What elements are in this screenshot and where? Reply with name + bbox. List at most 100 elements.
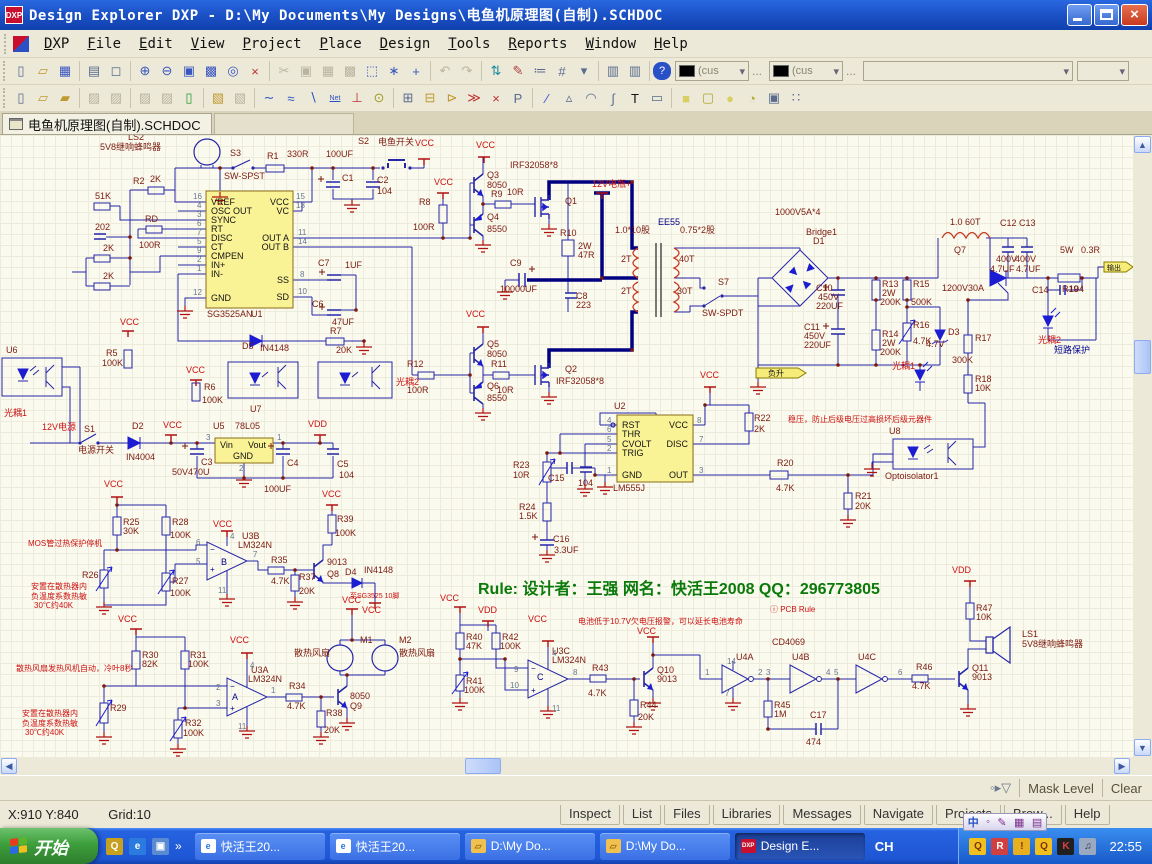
menu-dxp[interactable]: DXP: [35, 33, 78, 55]
pcb-doc-icon[interactable]: ▨: [105, 87, 127, 109]
place-bus-icon[interactable]: ≈: [280, 87, 302, 109]
hscroll-thumb[interactable]: [465, 758, 501, 774]
filter-edit-icon[interactable]: ✎: [507, 60, 529, 82]
security-shield-icon[interactable]: !: [1013, 838, 1030, 855]
clear-button[interactable]: Clear: [1111, 781, 1142, 796]
draw-polygon-icon[interactable]: ▵: [558, 87, 580, 109]
menu-tools[interactable]: Tools: [439, 33, 499, 55]
language-indicator[interactable]: CH: [875, 839, 894, 854]
menu-design[interactable]: Design: [371, 33, 440, 55]
deselect-icon[interactable]: ∗: [383, 60, 405, 82]
place-sheet-entry-icon[interactable]: ⊳: [441, 87, 463, 109]
open-project-icon[interactable]: ▱: [32, 87, 54, 109]
green-doc-icon[interactable]: ▯: [178, 87, 200, 109]
panel-tab-navigate[interactable]: Navigate: [864, 805, 933, 825]
cut-icon[interactable]: ✂: [273, 60, 295, 82]
draw-arc-icon[interactable]: ◠: [580, 87, 602, 109]
task-button-dmydo[interactable]: ▱D:\My Do...: [465, 833, 595, 860]
draw-pie-icon[interactable]: ◔: [741, 87, 763, 109]
panel-tab-messages[interactable]: Messages: [783, 805, 860, 825]
mask-filter-icon[interactable]: ◦▸▽: [990, 780, 1011, 796]
draw-line-icon[interactable]: ∕: [536, 87, 558, 109]
panel-tab-libraries[interactable]: Libraries: [713, 805, 781, 825]
select-area-icon[interactable]: ⬚: [361, 60, 383, 82]
place-bus-entry-icon[interactable]: ∖: [302, 87, 324, 109]
ime-language-bar[interactable]: 中◦✎▦▤: [963, 813, 1047, 831]
zoom-selected-icon[interactable]: ◎: [222, 60, 244, 82]
save-document-icon[interactable]: ▦: [54, 60, 76, 82]
menu-file[interactable]: File: [78, 33, 130, 55]
show-desktop-icon[interactable]: ▣: [152, 838, 169, 855]
redo-icon[interactable]: ↷: [456, 60, 478, 82]
make-library-icon[interactable]: ▥: [602, 60, 624, 82]
sort-icon[interactable]: ⇅: [485, 60, 507, 82]
new-document-icon[interactable]: ▯: [10, 60, 32, 82]
draw-rectangle-icon[interactable]: ■: [675, 87, 697, 109]
more-colors-button[interactable]: ...: [843, 64, 859, 78]
search-tool-icon[interactable]: Q: [106, 838, 123, 855]
place-sheet-symbol-icon[interactable]: ⊟: [419, 87, 441, 109]
clear-filter-icon[interactable]: ×: [244, 60, 266, 82]
draw-round-rectangle-icon[interactable]: ▢: [697, 87, 719, 109]
place-net-label-icon[interactable]: Net: [324, 87, 346, 109]
paste-array-icon[interactable]: ▩: [339, 60, 361, 82]
schematic-canvas[interactable]: LS25V8继响蜂鸣器S3SW-SPSTR1330R100UFC1C2104S2…: [0, 135, 1133, 757]
color-selector-combo[interactable]: (cus▾: [675, 61, 749, 81]
horizontal-scrollbar[interactable]: ◀ ▶: [0, 757, 1133, 775]
draw-ellipse-icon[interactable]: ●: [719, 87, 741, 109]
tab-schematic-document[interactable]: 电鱼机原理图(自制).SCHDOC: [2, 113, 212, 134]
place-no-erc-icon[interactable]: ×: [485, 87, 507, 109]
scroll-left-button[interactable]: ◀: [1, 758, 17, 774]
menu-window[interactable]: Window: [576, 33, 645, 55]
title-bar[interactable]: DXP Design Explorer DXP - D:\My Document…: [0, 0, 1152, 30]
volume-icon[interactable]: ♫: [1079, 838, 1096, 855]
menu-edit[interactable]: Edit: [130, 33, 182, 55]
toolbar-grip[interactable]: [4, 34, 9, 54]
start-button[interactable]: 开始: [0, 828, 98, 864]
ime-icon-4[interactable]: ▤: [1032, 816, 1042, 829]
toolbar-grip[interactable]: [3, 61, 7, 81]
ime-icon-0[interactable]: 中: [968, 814, 979, 830]
internet-explorer-icon[interactable]: e: [129, 838, 146, 855]
compile-icon[interactable]: ▧: [207, 87, 229, 109]
paste-icon[interactable]: ▦: [317, 60, 339, 82]
kaspersky-icon[interactable]: K: [1057, 838, 1074, 855]
scroll-up-button[interactable]: ▲: [1134, 136, 1151, 153]
place-text-icon[interactable]: T: [624, 87, 646, 109]
maximize-button[interactable]: [1094, 4, 1119, 26]
scroll-right-button[interactable]: ▶: [1114, 758, 1130, 774]
copy-icon[interactable]: ▣: [295, 60, 317, 82]
taskbar-clock[interactable]: 22:55: [1109, 839, 1142, 854]
place-directive-icon[interactable]: P: [507, 87, 529, 109]
numbering-icon[interactable]: ≔: [529, 60, 551, 82]
messenger-icon[interactable]: R: [991, 838, 1008, 855]
paste-array2-icon[interactable]: ∷: [785, 87, 807, 109]
vscroll-thumb[interactable]: [1134, 340, 1151, 374]
panel-tab-list[interactable]: List: [623, 805, 661, 825]
place-power-port-icon[interactable]: ⊙: [368, 87, 390, 109]
place-image-icon[interactable]: ▣: [763, 87, 785, 109]
zoom-out-icon[interactable]: ⊖: [156, 60, 178, 82]
menu-place[interactable]: Place: [311, 33, 371, 55]
place-gnd-port-icon[interactable]: ⊥: [346, 87, 368, 109]
vertical-scrollbar[interactable]: ▲ ▼: [1133, 135, 1152, 757]
library-doc-icon[interactable]: ▨: [134, 87, 156, 109]
grid-dropdown-icon[interactable]: ▾: [573, 60, 595, 82]
menu-view[interactable]: View: [182, 33, 234, 55]
task-button-20[interactable]: e快活王20...: [195, 833, 325, 860]
menu-project[interactable]: Project: [234, 33, 311, 55]
panel-tab-files[interactable]: Files: [664, 805, 709, 825]
toolbar-grip[interactable]: [3, 88, 7, 108]
run-icon[interactable]: ▧: [229, 87, 251, 109]
more-colors-button[interactable]: ...: [749, 64, 765, 78]
opamps[interactable]: [207, 542, 888, 716]
undo-icon[interactable]: ↶: [434, 60, 456, 82]
panel-tab-inspect[interactable]: Inspect: [560, 805, 620, 825]
draw-bezier-icon[interactable]: ∫: [602, 87, 624, 109]
open-document-icon[interactable]: ▱: [32, 60, 54, 82]
menu-help[interactable]: Help: [645, 33, 697, 55]
move-icon[interactable]: +: [405, 60, 427, 82]
qq2-icon[interactable]: Q: [1035, 838, 1052, 855]
color-selector-combo[interactable]: (cus▾: [769, 61, 843, 81]
mosfets[interactable]: [535, 195, 549, 387]
